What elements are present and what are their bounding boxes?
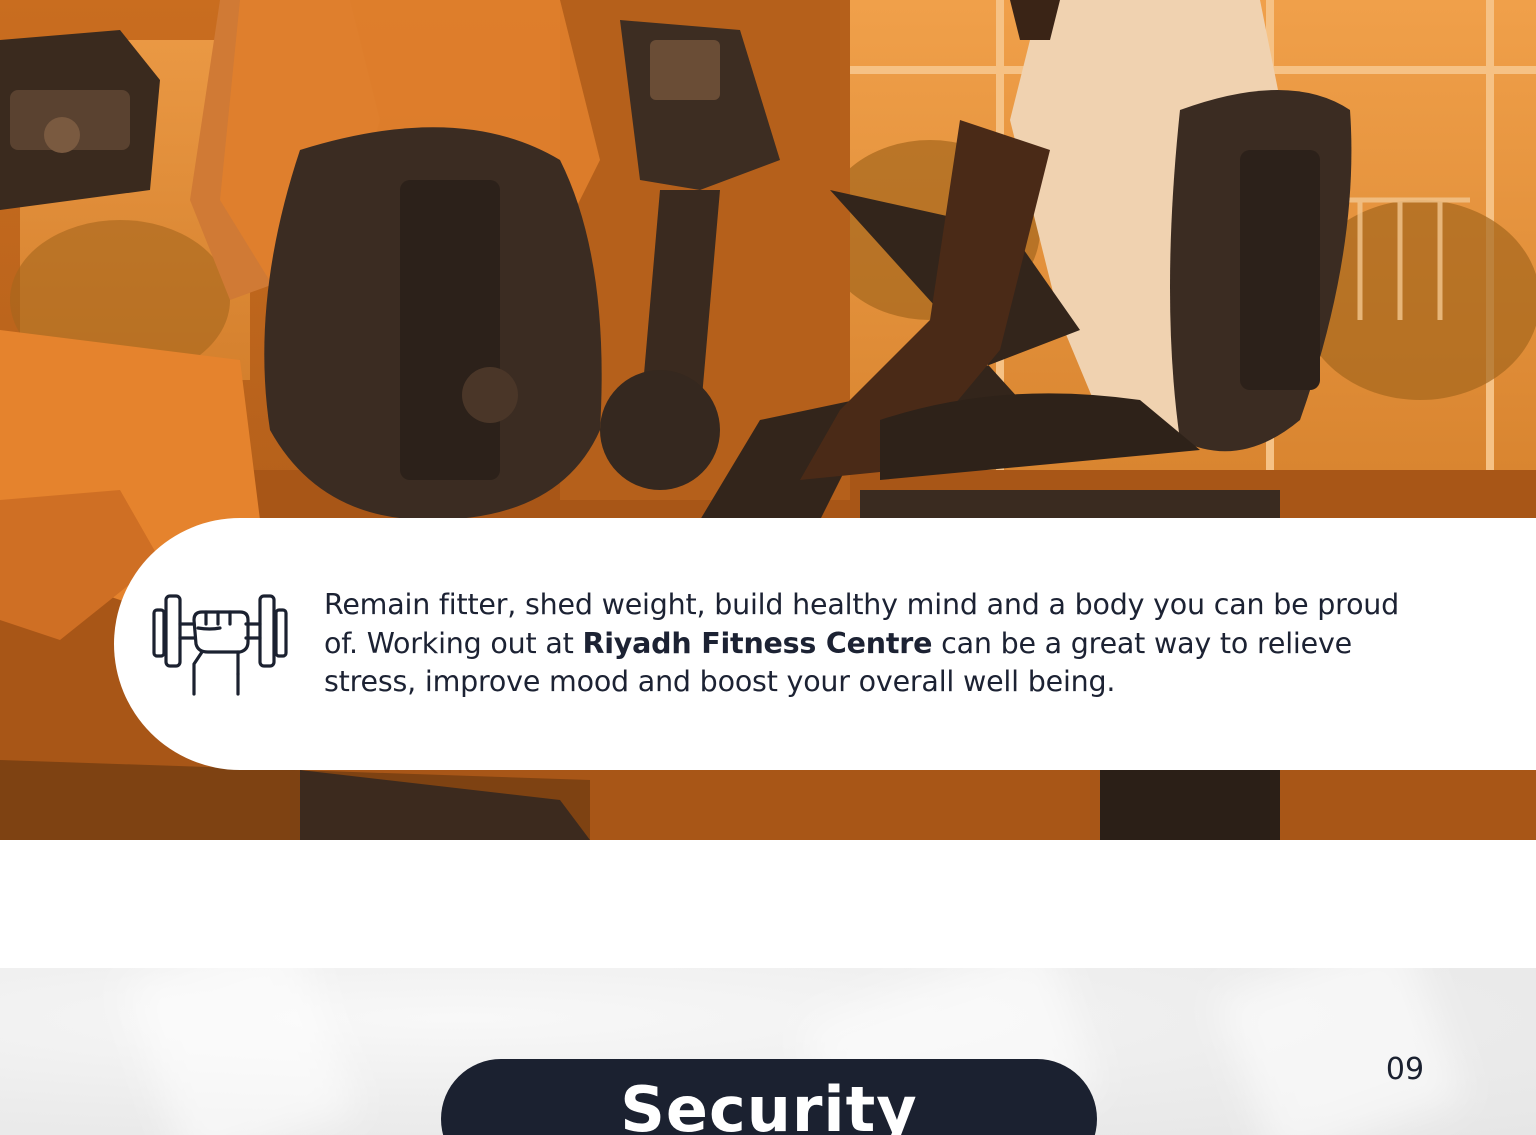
section-title: Security	[620, 1073, 918, 1135]
page-number: 09	[1385, 1052, 1425, 1087]
fabric-highlight	[121, 968, 359, 1135]
info-description: Remain fitter, shed weight, build health…	[324, 586, 1434, 702]
centre-name: Riyadh Fitness Centre	[582, 626, 933, 660]
brochure-page: Remain fitter, shed weight, build health…	[0, 0, 1536, 1135]
dumbbell-fist-icon	[150, 590, 290, 696]
